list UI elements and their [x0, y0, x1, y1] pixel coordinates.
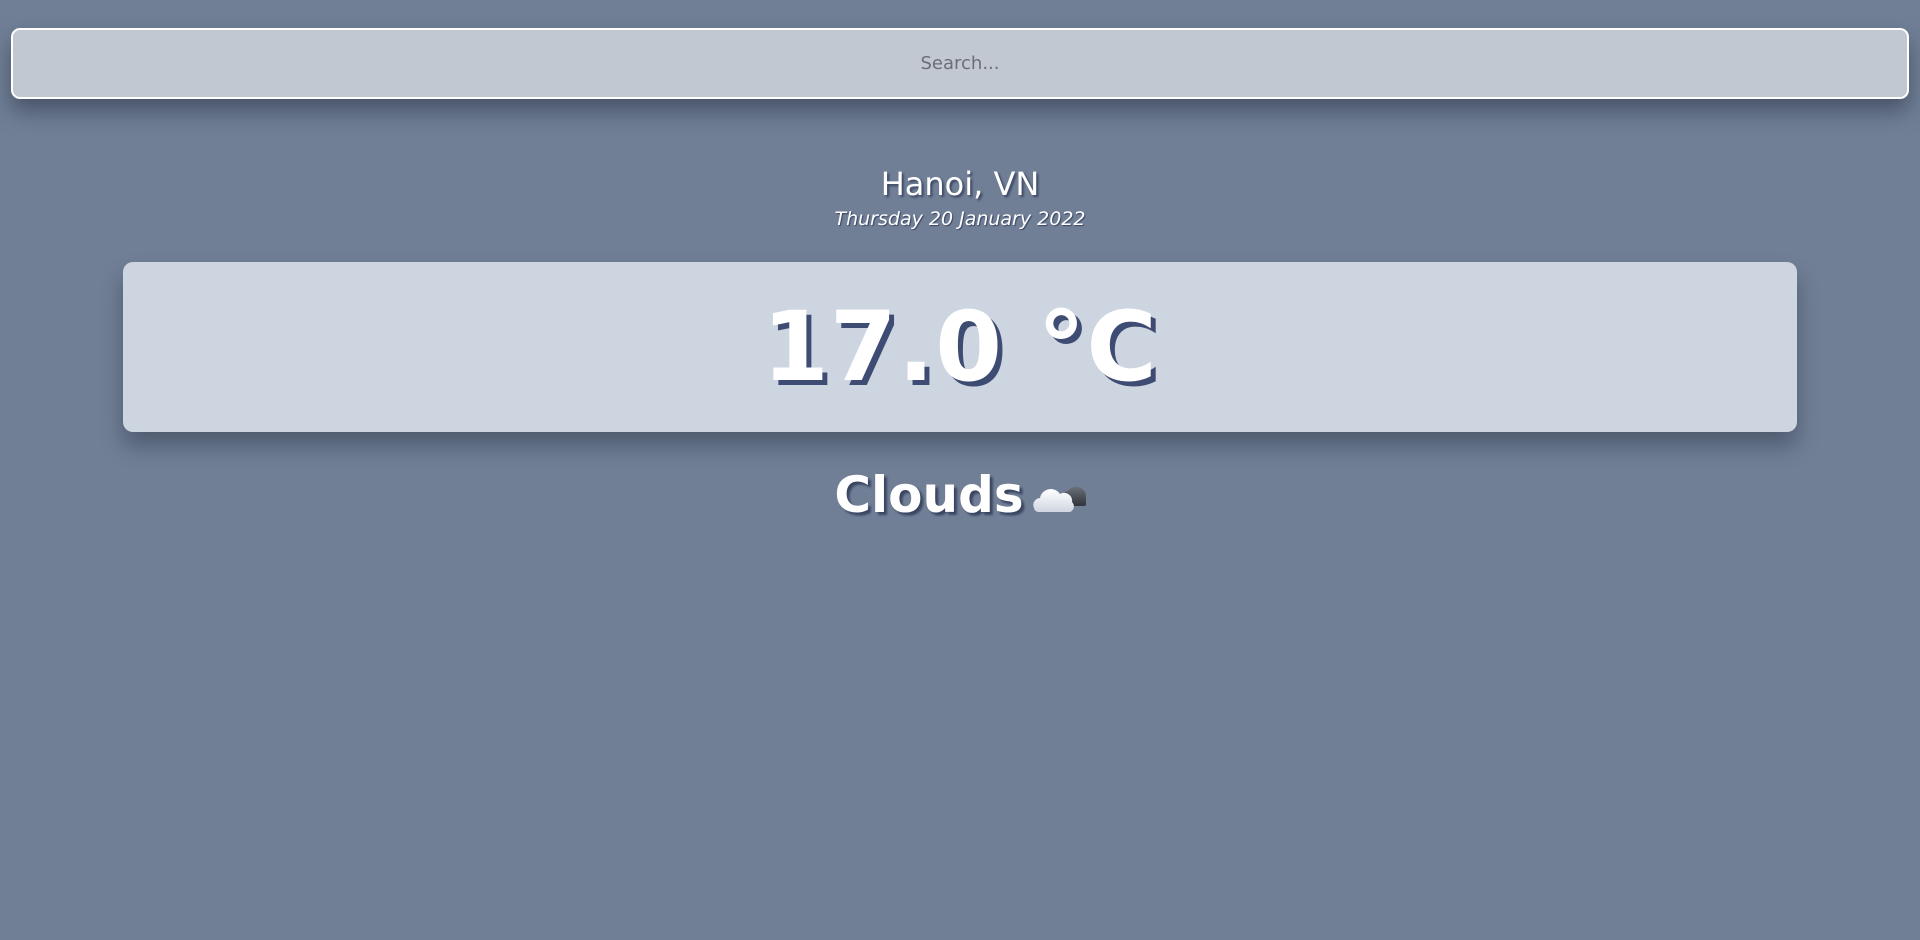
- search-input[interactable]: [11, 28, 1909, 99]
- current-date: Thursday 20 January 2022: [834, 208, 1086, 230]
- cloud-icon: [1030, 478, 1086, 514]
- location-name: Hanoi, VN: [880, 165, 1040, 203]
- weather-condition: Clouds: [0, 470, 1920, 520]
- location-box: Hanoi, VN Thursday 20 January 2022: [0, 164, 1920, 232]
- search-container: [11, 28, 1909, 99]
- temperature-value: 17.0 °C: [762, 291, 1158, 403]
- weather-condition-label: Clouds: [834, 466, 1024, 524]
- temperature-card: 17.0 °C: [123, 262, 1797, 432]
